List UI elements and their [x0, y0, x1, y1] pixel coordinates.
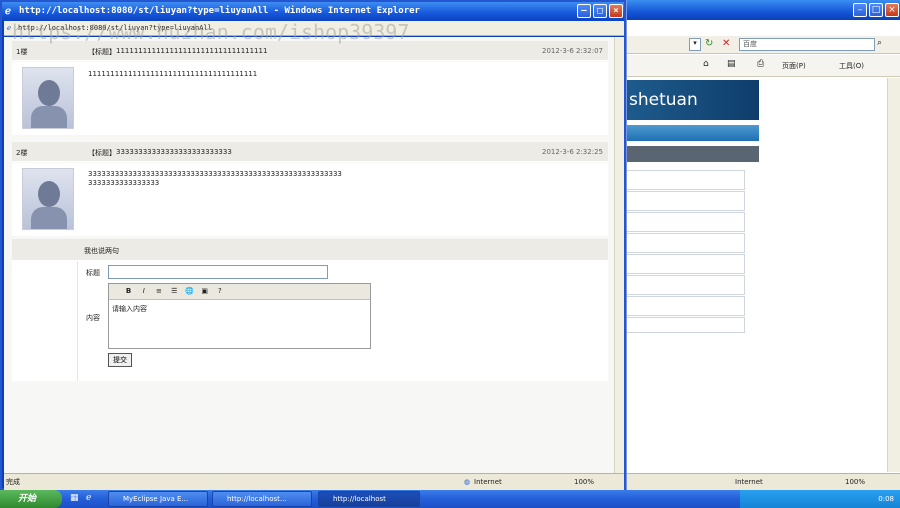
reply-header: 我也说两句	[12, 239, 608, 261]
post-subject-label: 【标题】	[88, 48, 116, 56]
search-icon[interactable]: ⌕	[877, 38, 891, 51]
maximize-icon[interactable]: □	[869, 3, 883, 17]
search-input[interactable]: 百度	[739, 38, 875, 51]
site-nav-band	[627, 146, 759, 162]
content-label: 内容	[86, 314, 100, 322]
post-floor: 2楼	[16, 149, 28, 157]
maximize-icon[interactable]: □	[593, 4, 607, 18]
avatar	[22, 168, 74, 230]
close-icon[interactable]: ×	[609, 4, 623, 18]
post-text: 3333333333333333333333333333333333333333…	[88, 170, 342, 178]
vertical-scrollbar[interactable]	[887, 78, 900, 472]
zoom-level[interactable]: 100%	[574, 474, 594, 490]
close-icon[interactable]: ×	[885, 3, 899, 17]
address-dropdown-icon[interactable]: ▾	[689, 38, 701, 51]
reply-form: 标题 B I ≡ ☰ 🌐 ▣ ? 请输入内容 内容 提交	[12, 261, 608, 381]
task-myeclipse[interactable]: MyEclipse Java E...	[108, 491, 208, 507]
background-command-bar: ⌂ ▤ ⎙ 页面(P) 工具(O)	[627, 55, 900, 77]
popup-browser-window: ℯ http://localhost:8080/st/liuyan?type=l…	[0, 0, 626, 490]
feeds-icon[interactable]: ▤	[727, 59, 736, 69]
post-header: 1楼 【标题】 11111111111111111111111111111111…	[12, 41, 608, 61]
watermark: https://www.huzhan.com/ishop39397	[12, 20, 410, 44]
globe-icon: ◍	[464, 478, 471, 486]
taskbar: 开始 ▦ ℯ MyEclipse Java E... http://localh…	[0, 490, 900, 508]
list-item	[627, 275, 745, 295]
page-content: 1楼 【标题】 11111111111111111111111111111111…	[4, 37, 614, 473]
italic-icon[interactable]: I	[138, 286, 149, 297]
submit-button[interactable]: 提交	[108, 353, 132, 367]
refresh-icon[interactable]: ↻	[705, 38, 718, 51]
tools-menu[interactable]: 工具(O)	[839, 61, 864, 71]
list-item	[627, 296, 745, 316]
post-subject-text: 33333333333333333333333333	[116, 148, 232, 156]
form-left-column	[12, 261, 78, 381]
list-item	[627, 317, 745, 333]
site-header: shetuan	[627, 80, 759, 120]
page-icon: ℯ	[7, 24, 12, 32]
popup-status-bar: 完成 ◍ Internet 100%	[4, 473, 624, 490]
unordered-list-icon[interactable]: ☰	[169, 286, 180, 297]
list-item	[627, 212, 745, 232]
system-tray: 0:08	[740, 490, 900, 508]
list-item	[627, 233, 745, 253]
vertical-scrollbar[interactable]	[614, 37, 624, 473]
home-icon[interactable]: ⌂	[703, 59, 709, 69]
post-subject-label: 【标题】	[88, 149, 116, 157]
site-banner-band	[627, 125, 759, 141]
print-icon[interactable]: ⎙	[757, 59, 764, 69]
rich-text-editor[interactable]: B I ≡ ☰ 🌐 ▣ ? 请输入内容	[108, 283, 371, 349]
ordered-list-icon[interactable]: ≡	[153, 286, 164, 297]
clock[interactable]: 0:08	[878, 495, 894, 503]
help-icon[interactable]: ?	[214, 286, 225, 297]
internet-zone-label: Internet	[735, 478, 763, 486]
title-input[interactable]	[108, 265, 328, 279]
status-text: 完成	[6, 478, 20, 486]
image-icon[interactable]: ▣	[199, 286, 210, 297]
bold-icon[interactable]: B	[123, 286, 134, 297]
list-item	[627, 191, 745, 211]
background-title-bar: – □ ×	[627, 0, 900, 20]
post-body: 11111111111111111111111111111111111111	[12, 62, 608, 135]
post-text: 3333333333333333	[88, 179, 160, 187]
start-button[interactable]: 开始	[0, 490, 62, 508]
task-ie-2[interactable]: http://localhost	[318, 491, 420, 507]
post-body: 3333333333333333333333333333333333333333…	[12, 163, 608, 236]
internet-zone-label: Internet	[474, 478, 502, 486]
background-status-bar: Internet 100%	[627, 473, 900, 490]
content-textarea[interactable]: 请输入内容	[112, 304, 147, 314]
background-browser-window: – □ × ▾ ↻ ✕ 百度 ⌕ ⌂ ▤ ⎙ 页面(P) 工具(O) shetu…	[626, 0, 900, 490]
stop-icon[interactable]: ✕	[722, 38, 735, 51]
background-address-bar: ▾ ↻ ✕ 百度 ⌕	[627, 36, 900, 54]
list-item	[627, 254, 745, 274]
post-floor: 1楼	[16, 48, 28, 56]
post-subject-text: 1111111111111111111111111111111111	[116, 47, 268, 55]
editor-toolbar: B I ≡ ☰ 🌐 ▣ ?	[109, 284, 370, 300]
ie-logo-icon: ℯ	[5, 6, 11, 17]
title-label: 标题	[86, 269, 100, 277]
post-text: 11111111111111111111111111111111111111	[88, 70, 258, 78]
avatar	[22, 67, 74, 129]
show-desktop-icon[interactable]: ▦	[70, 493, 79, 503]
page-menu[interactable]: 页面(P)	[782, 61, 806, 71]
popup-title-bar: ℯ http://localhost:8080/st/liuyan?type=l…	[2, 2, 624, 21]
minimize-icon[interactable]: –	[853, 3, 867, 17]
post-header: 2楼 【标题】 33333333333333333333333333 2012-…	[12, 142, 608, 162]
post-time: 2012-3-6 2:32:25	[542, 148, 603, 156]
post-time: 2012-3-6 2:32:07	[542, 47, 603, 55]
minimize-icon[interactable]: –	[577, 4, 591, 18]
link-icon[interactable]: 🌐	[184, 286, 195, 297]
reply-heading: 我也说两句	[84, 247, 119, 255]
zoom-level[interactable]: 100%	[845, 474, 865, 490]
window-title: http://localhost:8080/st/liuyan?type=liu…	[19, 6, 420, 16]
list-item	[627, 170, 745, 190]
ie-launch-icon[interactable]: ℯ	[86, 493, 91, 503]
task-ie-1[interactable]: http://localhost...	[212, 491, 312, 507]
